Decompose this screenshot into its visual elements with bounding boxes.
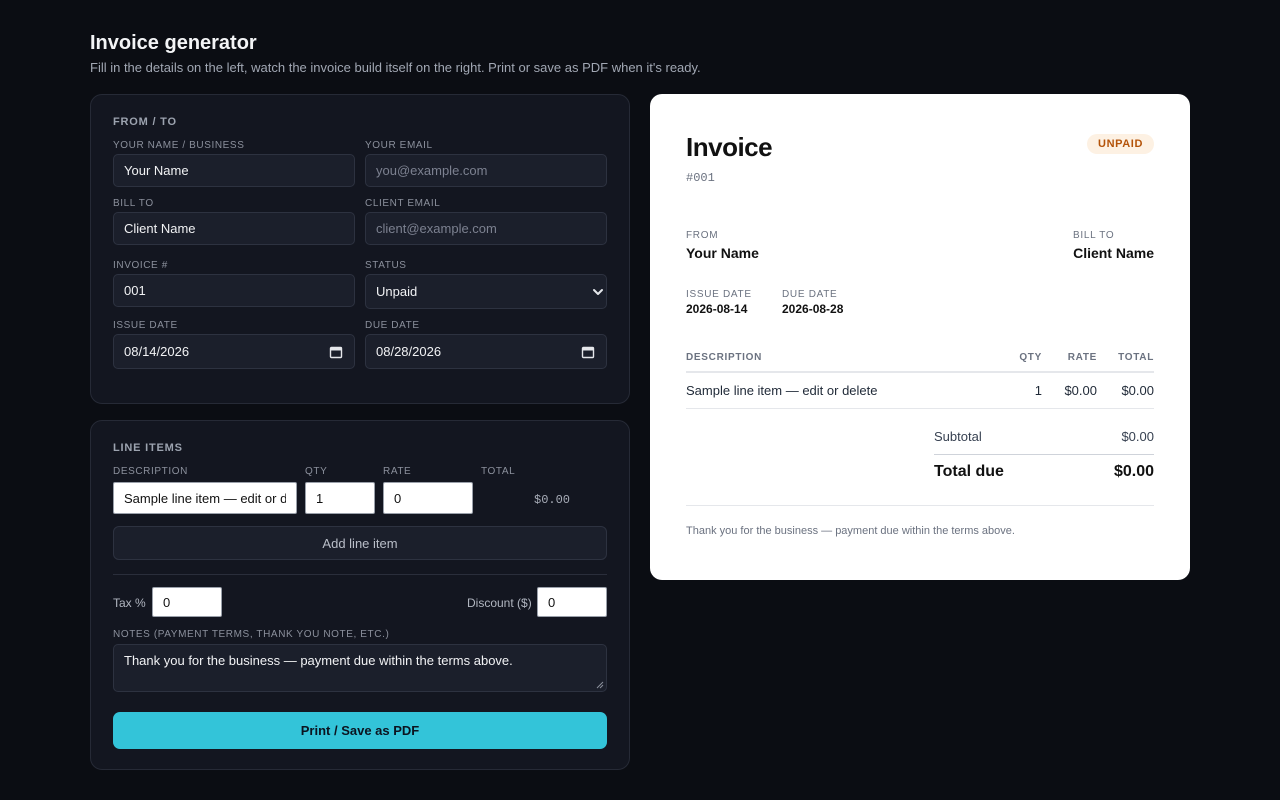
notes-rule (686, 505, 1154, 506)
row-total: $0.00 (1121, 383, 1154, 398)
subtotal-label: Subtotal (934, 429, 982, 444)
client-email-label: CLIENT EMAIL (365, 198, 441, 209)
column-description: DESCRIPTION (686, 352, 763, 363)
total-due-value: $0.00 (1113, 463, 1154, 480)
invoice-preview: Invoice #001 UNPAID FROM Your Name BILL … (650, 94, 1190, 580)
col-rate-label: RATE (383, 466, 412, 477)
line-item-total: $0.00 (534, 493, 571, 507)
due-date-label: DUE DATE (365, 320, 420, 331)
tax-label: Tax % (113, 596, 146, 610)
notes-textarea[interactable]: Thank you for the business — payment due… (113, 644, 607, 692)
billto-input[interactable] (113, 212, 355, 245)
tax-input[interactable] (152, 587, 222, 617)
due-date-label: DUE DATE (782, 289, 838, 300)
line-item-rate-input[interactable] (383, 482, 473, 514)
page-title: Invoice generator (90, 32, 257, 54)
email-input[interactable] (365, 154, 607, 187)
page-header: Invoice generator Fill in the details on… (90, 32, 701, 75)
row-qty: 1 (1034, 383, 1042, 398)
issue-date-label: ISSUE DATE (113, 320, 178, 331)
resize-handle-icon[interactable] (596, 681, 604, 689)
subtotal-value: $0.00 (1121, 429, 1154, 444)
from-label: FROM (686, 230, 719, 241)
line-items-card: LINE ITEMS DESCRIPTION QTY RATE TOTAL $0… (90, 420, 630, 770)
total-due-label: Total due (934, 463, 1004, 480)
invoice-notes: Thank you for the business — payment due… (686, 525, 1015, 537)
status-select[interactable]: Unpaid (365, 274, 607, 309)
status-label: STATUS (365, 260, 407, 271)
name-input[interactable] (113, 154, 355, 187)
column-total: TOTAL (1118, 352, 1154, 363)
line-item-qty-input[interactable] (305, 482, 375, 514)
table-header-rule (686, 371, 1154, 373)
discount-input[interactable] (537, 587, 607, 617)
row-rate: $0.00 (1064, 383, 1097, 398)
discount-label: Discount ($) (467, 596, 532, 610)
name-label: YOUR NAME / BUSINESS (113, 140, 245, 151)
from-to-card: FROM / TO YOUR NAME / BUSINESS YOUR EMAI… (90, 94, 630, 404)
issue-date-input[interactable] (113, 334, 355, 369)
divider (113, 574, 607, 575)
invoice-number: #001 (686, 171, 715, 185)
add-line-item-button[interactable]: Add line item (113, 526, 607, 560)
page-subtitle: Fill in the details on the left, watch t… (90, 60, 701, 75)
row-description: Sample line item — edit or delete (686, 383, 878, 398)
column-qty: QTY (1019, 352, 1042, 363)
invoice-number-input[interactable] (113, 274, 355, 307)
column-rate: RATE (1067, 352, 1097, 363)
print-save-pdf-button[interactable]: Print / Save as PDF (113, 712, 607, 749)
line-item-description-input[interactable] (113, 482, 297, 514)
billto-value: Client Name (1073, 245, 1154, 261)
from-value: Your Name (686, 245, 759, 261)
due-date-value: 2026-08-28 (782, 302, 844, 316)
total-rule (934, 454, 1154, 455)
col-qty-label: QTY (305, 466, 328, 477)
client-email-input[interactable] (365, 212, 607, 245)
from-to-section-title: FROM / TO (113, 116, 177, 128)
invoice-title: Invoice (686, 132, 773, 162)
col-total-label: TOTAL (481, 466, 516, 477)
line-items-section-title: LINE ITEMS (113, 442, 183, 454)
notes-label: NOTES (PAYMENT TERMS, THANK YOU NOTE, ET… (113, 629, 390, 640)
col-description-label: DESCRIPTION (113, 466, 188, 477)
due-date-input[interactable] (365, 334, 607, 369)
status-badge: UNPAID (1087, 134, 1154, 154)
issue-date-label: ISSUE DATE (686, 289, 752, 300)
issue-date-value: 2026-08-14 (686, 302, 748, 316)
billto-label: BILL TO (113, 198, 154, 209)
email-label: YOUR EMAIL (365, 140, 433, 151)
invoice-number-label: INVOICE # (113, 260, 168, 271)
billto-label: BILL TO (1073, 230, 1115, 241)
row-rule (686, 408, 1154, 409)
